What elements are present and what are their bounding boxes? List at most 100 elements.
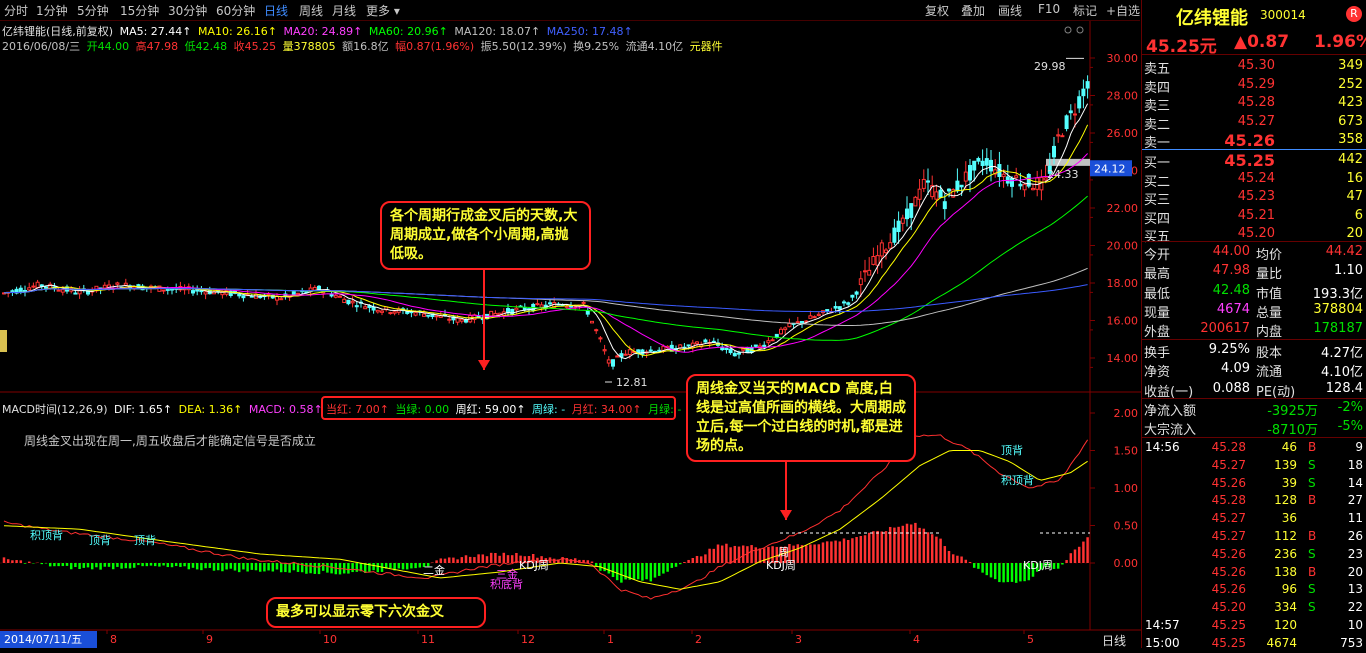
candle-body <box>968 165 972 181</box>
bid-volume: 20 <box>1346 226 1363 242</box>
candle-body <box>703 339 708 343</box>
stock-chart[interactable]: 30.0028.0026.0024.0022.0020.0018.0016.00… <box>0 0 1141 648</box>
tick-price: 45.20 <box>1211 600 1246 615</box>
month-label: 12 <box>521 633 535 646</box>
stat-key: 内盘 <box>1256 325 1283 341</box>
bid-row: 买三 45.23 47 <box>1142 188 1366 208</box>
candle-body <box>1068 110 1073 114</box>
quote-header: 亿纬锂能 300014 R <box>1142 4 1366 29</box>
tab-60min[interactable]: 60分钟 <box>216 2 255 19</box>
stock-code: 300014 <box>1260 8 1306 22</box>
ask-price: 45.30 <box>1237 58 1275 73</box>
tab-more[interactable]: 更多 ▾ <box>366 2 400 19</box>
tick-count: 10 <box>1347 618 1363 632</box>
candle-body <box>615 355 620 358</box>
quote-price-row: 45.25元 ▲0.87 1.96% <box>1142 32 1366 57</box>
candle-body <box>762 344 767 348</box>
price-axis-label: 28.00 <box>1107 90 1139 103</box>
candle-body <box>354 305 359 308</box>
stat-value: 4.27亿 <box>1321 346 1363 361</box>
divider <box>1142 437 1366 438</box>
draw-line-button[interactable]: 画线 <box>998 2 1022 19</box>
bid-row: 买二 45.24 16 <box>1142 170 1366 190</box>
add-watchlist-button[interactable]: +自选 <box>1106 2 1140 19</box>
stat-key: 均价 <box>1256 248 1283 263</box>
candle-body <box>10 290 15 293</box>
candle-body <box>266 293 271 296</box>
tab-daily[interactable]: 日线 <box>264 2 288 19</box>
ask-volume: 252 <box>1338 76 1363 92</box>
candle-body <box>842 301 846 304</box>
tick-price: 45.27 <box>1211 529 1246 543</box>
label-ji-ding-bei: 积顶背 <box>1001 474 1034 487</box>
dea-value: DEA: 1.36↑ <box>178 403 243 416</box>
tick-direction: S <box>1308 457 1316 472</box>
bid-label: 买四 <box>1144 211 1171 227</box>
tab-5min[interactable]: 5分钟 <box>77 2 109 19</box>
candle-body <box>346 299 351 305</box>
tab-15min[interactable]: 15分钟 <box>120 2 159 19</box>
tab-fenshi[interactable]: 分时 <box>4 2 28 19</box>
hint-text: 周线金叉出现在周一,周五收盘后才能确定信号是否成立 <box>24 434 316 448</box>
candle-body <box>963 171 968 182</box>
candle-body <box>514 307 519 311</box>
month-label: 5 <box>1027 633 1034 646</box>
candle-body <box>850 294 855 298</box>
candle-body <box>959 184 964 188</box>
f10-button[interactable]: F10 <box>1038 2 1060 16</box>
candle-body <box>535 303 540 306</box>
tab-1min[interactable]: 1分钟 <box>36 2 68 19</box>
candle-body <box>884 249 888 254</box>
stat-key: 净资 <box>1144 365 1171 381</box>
annotation-box: 各个周期行成金叉后的天数,大周期成立,做各个小周期,高抛低吸。 <box>380 201 591 270</box>
candle-body <box>1085 81 1090 89</box>
ask-price: 45.29 <box>1237 76 1275 92</box>
tab-monthly[interactable]: 月线 <box>332 2 356 19</box>
candle-body <box>585 310 590 315</box>
stat-row: 现量 4674 总量 378804 <box>1142 301 1366 321</box>
candle-body <box>686 344 691 347</box>
r-badge-icon[interactable]: R <box>1346 6 1362 22</box>
price-axis-label: 20.00 <box>1107 240 1139 253</box>
annotation-arrow-head <box>478 360 490 370</box>
candle-body <box>191 290 195 294</box>
candle-body <box>737 352 741 355</box>
highlight-bar <box>1046 158 1090 166</box>
tick-direction: B <box>1308 564 1317 579</box>
candle-body <box>606 359 611 364</box>
ma20-value: MA20: 24.89↑ <box>283 25 363 38</box>
mark-button[interactable]: 标记 <box>1073 2 1097 19</box>
bid-row: 买四 45.21 6 <box>1142 207 1366 227</box>
overlay-button[interactable]: 叠加 <box>961 2 985 19</box>
tick-volume: 138 <box>1274 564 1297 579</box>
stat-row: 外盘 200617 内盘 178187 <box>1142 320 1366 341</box>
tick-count: 22 <box>1347 600 1363 615</box>
quote-panel: 亿纬锂能 300014 R 45.25元 ▲0.87 1.96% 卖五 45.30… <box>1141 0 1366 650</box>
label-ding-bei: 顶背 <box>89 534 111 547</box>
stat-key: 量比 <box>1256 267 1283 283</box>
stat-row: 收益(一) 0.088 PE(动) 128.4 <box>1142 380 1366 400</box>
fuquan-button[interactable]: 复权 <box>925 2 949 19</box>
tick-volume: 112 <box>1274 529 1297 543</box>
ohlc-info: 2016/06/08/三 开44.00 高47.98 低42.48 收45.25… <box>2 38 726 54</box>
bid-volume: 442 <box>1338 152 1363 167</box>
candle-body <box>405 311 410 314</box>
tick-volume: 39 <box>1281 475 1297 490</box>
bid-price: 45.21 <box>1237 207 1275 223</box>
month-label: 4 <box>913 633 920 646</box>
tab-30min[interactable]: 30分钟 <box>168 2 207 19</box>
candle-body <box>493 312 498 317</box>
month-label: 8 <box>110 633 117 646</box>
candle-body <box>102 284 107 289</box>
candle-body <box>1005 176 1010 184</box>
tick-count: 27 <box>1347 493 1363 508</box>
candle-body <box>955 180 960 192</box>
stat-value: 44.42 <box>1325 244 1363 259</box>
stat-value: 193.3亿 <box>1312 286 1363 302</box>
tab-weekly[interactable]: 周线 <box>299 2 323 19</box>
tick-time: 14:57 <box>1145 618 1180 632</box>
candle-body <box>539 304 544 308</box>
tick-count: 26 <box>1347 529 1363 543</box>
tick-direction: S <box>1308 546 1316 561</box>
candle-body <box>741 348 746 351</box>
